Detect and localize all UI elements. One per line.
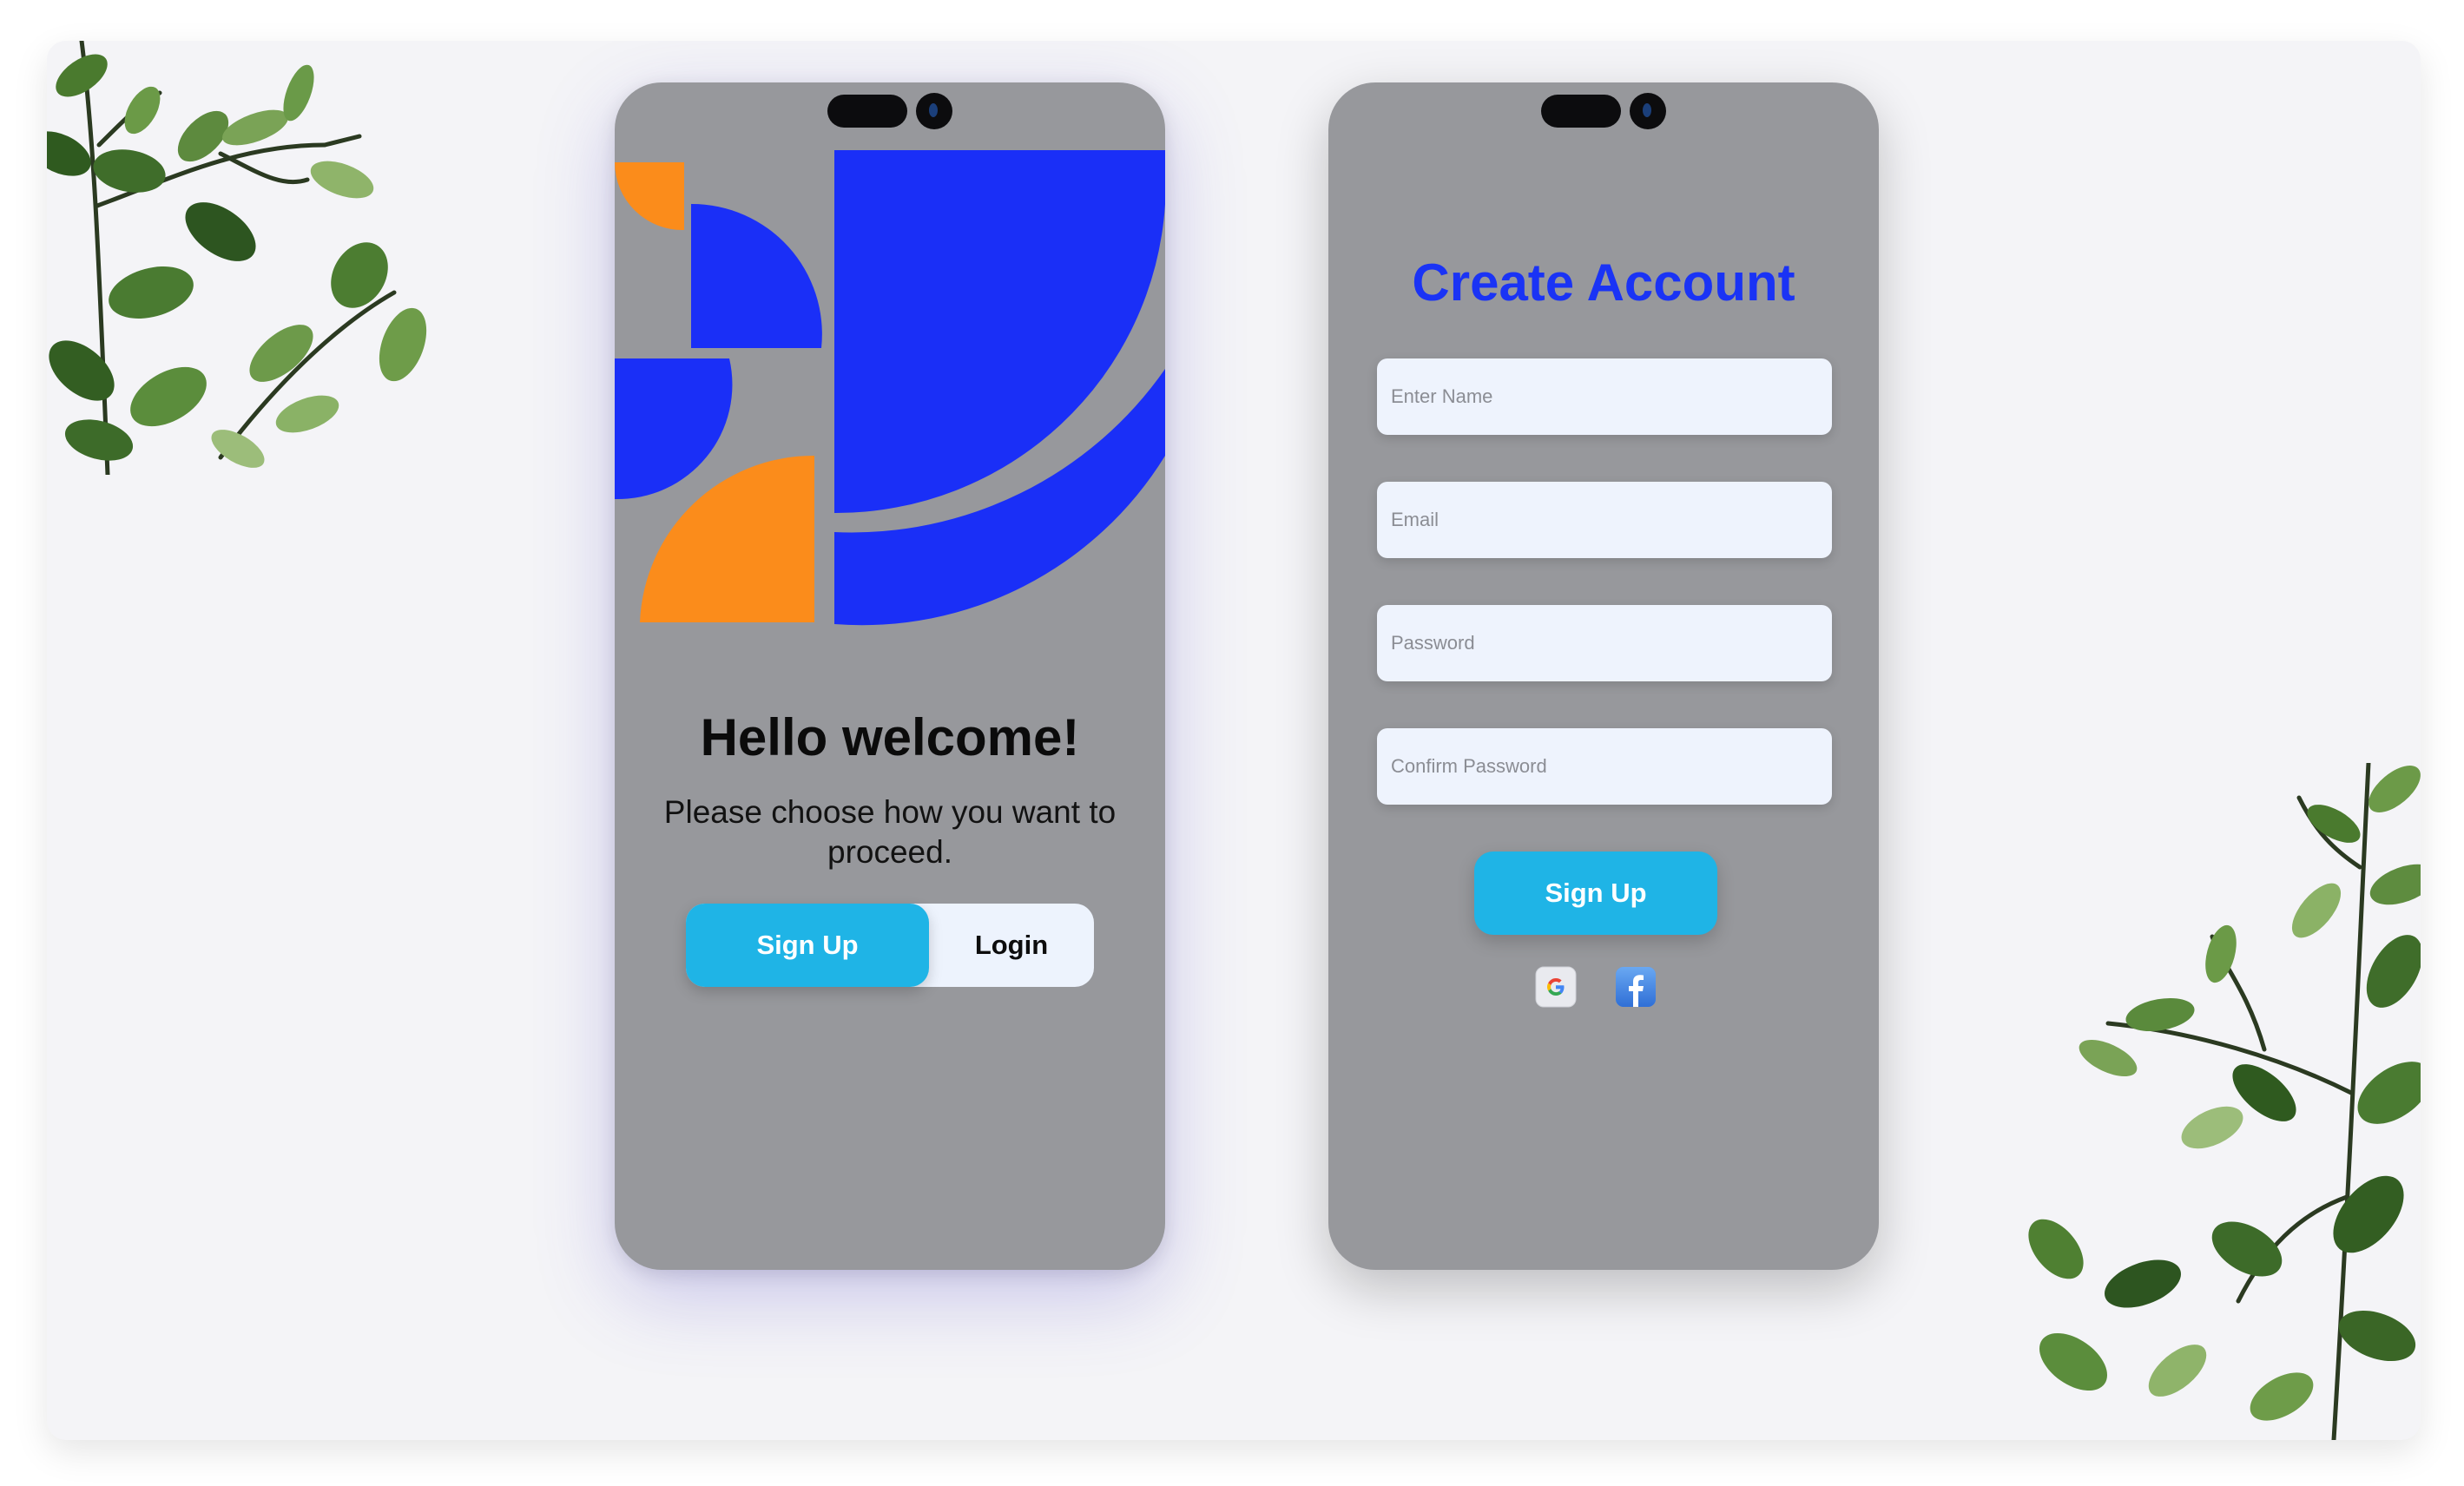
welcome-phone-mockup: Hello welcome! Please choose how you wan… xyxy=(615,82,1165,1270)
camera-icon xyxy=(916,93,952,129)
signup-button[interactable]: Sign Up xyxy=(686,904,929,987)
signup-phone-mockup: Create Account Sign Up xyxy=(1328,82,1879,1270)
phone-notch xyxy=(1541,93,1666,129)
google-icon[interactable] xyxy=(1535,966,1577,1008)
confirm-password-field[interactable] xyxy=(1377,728,1832,805)
create-account-signup-button[interactable]: Sign Up xyxy=(1474,851,1717,935)
name-field[interactable] xyxy=(1377,358,1832,435)
hero-illustration xyxy=(615,150,1165,626)
auth-choice-toggle: Sign Up Login xyxy=(686,904,1094,987)
welcome-title: Hello welcome! xyxy=(700,708,1080,766)
showcase-canvas: Hello welcome! Please choose how you wan… xyxy=(47,41,2421,1440)
welcome-subtitle: Please choose how you want to proceed. xyxy=(663,794,1117,870)
plant-decoration-top-left xyxy=(47,41,427,475)
password-field[interactable] xyxy=(1377,605,1832,681)
login-button[interactable]: Login xyxy=(929,904,1094,987)
plant-decoration-bottom-right xyxy=(2028,763,2421,1440)
phone-notch xyxy=(827,93,952,129)
create-account-title: Create Account xyxy=(1412,253,1795,312)
camera-icon xyxy=(1630,93,1666,129)
facebook-icon[interactable] xyxy=(1615,966,1657,1008)
email-field[interactable] xyxy=(1377,482,1832,558)
